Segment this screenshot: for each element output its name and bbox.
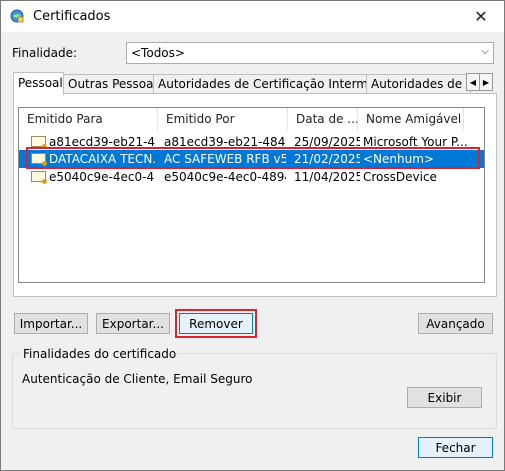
column-header-friendly-name[interactable]: Nome Amigável: [358, 108, 464, 131]
tab-label: Autoridades de Certificação Intermediári…: [158, 77, 368, 91]
remove-button[interactable]: Remover: [179, 313, 253, 334]
certificate-icon: [31, 171, 47, 184]
table-row-selected[interactable]: DATACAIXA TECN... AC SAFEWEB RFB v5 21/0…: [19, 150, 484, 168]
certificate-icon: [31, 153, 47, 166]
cell-friendly-name: CrossDevice: [363, 170, 437, 184]
chevron-left-icon: ◀: [469, 77, 477, 87]
chevron-right-icon: ▶: [482, 77, 490, 87]
list-header: Emitido Para Emitido Por Data de ... Nom…: [19, 108, 484, 131]
finalidade-label: Finalidade:: [12, 46, 78, 60]
cell-issued-to: a81ecd39-eb21-48...: [49, 135, 155, 149]
chevron-down-icon: ⌵: [481, 46, 489, 57]
close-window-button[interactable]: ✕: [458, 1, 504, 32]
title-bar: Certificados ✕: [1, 1, 504, 32]
tab-root-authorities[interactable]: Autoridades de Certificação Raiz Confiáv…: [366, 74, 471, 94]
cell-date: 21/02/2025: [294, 152, 360, 166]
cell-date: 11/04/2025: [294, 170, 360, 184]
column-header-date[interactable]: Data de ...: [288, 108, 358, 131]
table-row[interactable]: e5040c9e-4ec0-48... e5040c9e-4ec0-4894-.…: [19, 168, 484, 186]
cell-friendly-name: Microsoft Your P...: [363, 135, 468, 149]
certificate-icon: [31, 136, 47, 149]
purposes-text: Autenticação de Cliente, Email Seguro: [22, 372, 253, 386]
cell-friendly-name: <Nenhum>: [363, 152, 434, 166]
tab-label: Autoridades de Certificação Raiz Confiáv…: [371, 77, 470, 91]
table-row[interactable]: a81ecd39-eb21-48... a81ecd39-eb21-484f-.…: [19, 133, 484, 151]
close-icon: ✕: [474, 7, 488, 26]
view-button[interactable]: Exibir: [407, 387, 482, 408]
tab-label: Outras Pessoas: [68, 77, 155, 91]
column-header-issued-by[interactable]: Emitido Por: [158, 108, 288, 131]
cell-date: 25/09/2025: [294, 135, 360, 149]
finalidade-select[interactable]: <Todos> ⌵: [126, 42, 494, 64]
tab-label: Pessoal: [18, 76, 63, 90]
tab-scroll-right-button[interactable]: ▶: [479, 73, 493, 91]
cell-issued-to: DATACAIXA TECN...: [49, 152, 155, 166]
tab-scroll-left-button[interactable]: ◀: [466, 73, 480, 91]
column-header-issued-to[interactable]: Emitido Para: [19, 108, 158, 131]
export-button[interactable]: Exportar...: [96, 313, 170, 334]
certificate-list[interactable]: Emitido Para Emitido Por Data de ... Nom…: [18, 107, 485, 283]
window-title: Certificados: [33, 9, 111, 24]
tab-intermediate-authorities[interactable]: Autoridades de Certificação Intermediári…: [153, 74, 368, 94]
cell-issued-by: a81ecd39-eb21-484f-...: [164, 135, 286, 149]
advanced-button[interactable]: Avançado: [418, 313, 493, 334]
certificate-app-icon: [10, 9, 24, 23]
tab-strip: Pessoal Outras Pessoas Autoridades de Ce…: [13, 72, 493, 95]
import-button[interactable]: Importar...: [14, 313, 88, 334]
cell-issued-to: e5040c9e-4ec0-48...: [49, 170, 155, 184]
cell-issued-by: e5040c9e-4ec0-4894-...: [164, 170, 286, 184]
certificates-dialog: Certificados ✕ Finalidade: <Todos> ⌵ Pes…: [0, 0, 505, 471]
tab-pessoal[interactable]: Pessoal: [13, 72, 64, 95]
finalidade-value: <Todos>: [131, 46, 185, 60]
purposes-label: Finalidades do certificado: [21, 347, 179, 361]
cell-issued-by: AC SAFEWEB RFB v5: [164, 152, 286, 166]
tab-outras-pessoas[interactable]: Outras Pessoas: [63, 74, 155, 94]
close-button[interactable]: Fechar: [418, 437, 493, 458]
